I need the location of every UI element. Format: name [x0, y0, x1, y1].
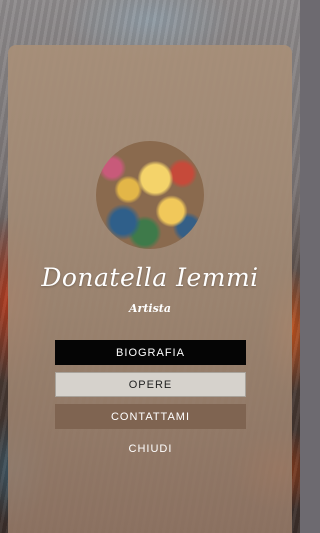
biografia-button[interactable]: BIOGRAFIA	[55, 340, 246, 365]
artwork-avatar	[96, 141, 204, 249]
artist-name: Donatella Iemmi	[41, 263, 259, 292]
opere-button[interactable]: OPERE	[55, 372, 246, 397]
contattami-button[interactable]: CONTATTAMI	[55, 404, 246, 429]
chiudi-button[interactable]: CHIUDI	[55, 436, 246, 461]
artist-role: Artista	[129, 302, 171, 315]
